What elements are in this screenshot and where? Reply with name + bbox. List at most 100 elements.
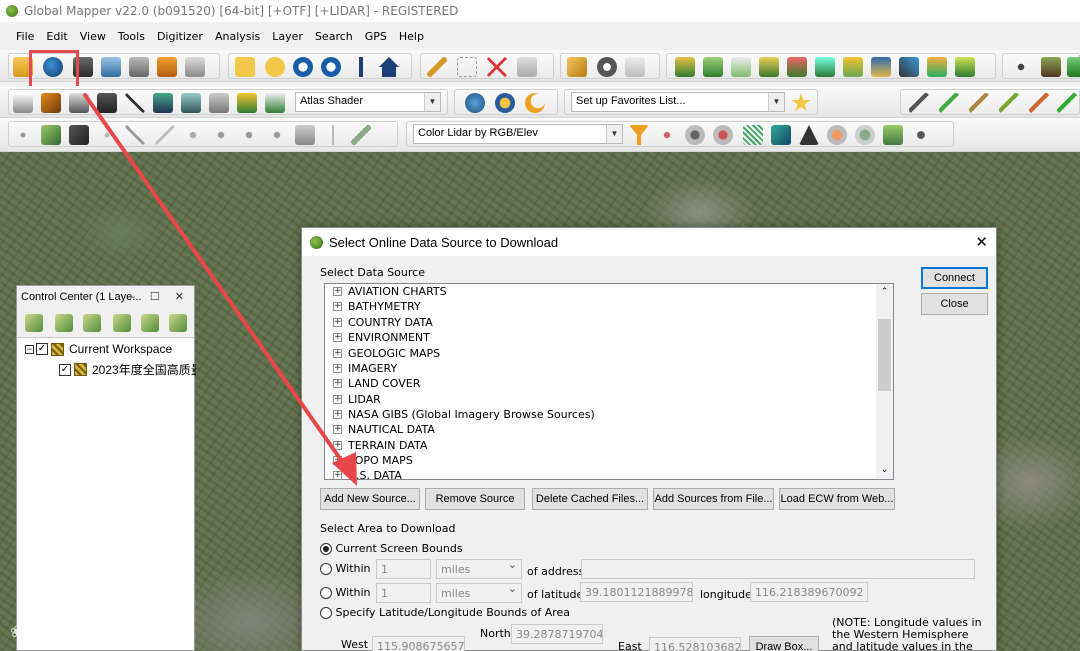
latlon-bounds-radio[interactable]: Specify Latitude/Longitude Bounds of Are…: [320, 606, 570, 619]
menu-layer[interactable]: Layer: [266, 30, 309, 43]
load-ecw-button[interactable]: Load ECW from Web...: [779, 488, 895, 510]
expand-icon[interactable]: +: [333, 302, 342, 311]
lidar-node-3-icon[interactable]: [239, 125, 259, 145]
remove-source-button[interactable]: Remove Source: [425, 488, 525, 510]
layer-options-icon[interactable]: [113, 314, 131, 332]
menu-digitizer[interactable]: Digitizer: [151, 30, 209, 43]
lidar-draw-5-icon[interactable]: [1029, 93, 1049, 113]
radio[interactable]: [320, 563, 332, 575]
expand-icon[interactable]: +: [333, 456, 342, 465]
radio-selected[interactable]: [320, 543, 332, 555]
radio[interactable]: [320, 587, 332, 599]
current-screen-radio[interactable]: Current Screen Bounds: [320, 542, 463, 555]
list-item[interactable]: + IMAGERY: [333, 361, 397, 376]
west-input[interactable]: 115.908675657489: [372, 636, 465, 651]
rectangle-select-icon[interactable]: [457, 57, 477, 77]
lidar-draw-icon[interactable]: [909, 93, 929, 113]
lidar-draw-3-icon[interactable]: [969, 93, 989, 113]
terrain-icon[interactable]: [675, 57, 695, 77]
globe-icon[interactable]: [465, 93, 485, 113]
expand-icon[interactable]: +: [333, 471, 342, 479]
shader-select[interactable]: Atlas Shader ▼: [295, 92, 441, 112]
menu-view[interactable]: View: [74, 30, 112, 43]
layer-close-icon[interactable]: [83, 314, 101, 332]
shader-mountain-icon[interactable]: [237, 93, 257, 113]
lidar-node-2-icon[interactable]: [211, 125, 231, 145]
close-button[interactable]: Close: [921, 293, 988, 315]
expand-icon[interactable]: +: [333, 410, 342, 419]
elevation-legend-2-icon[interactable]: [181, 93, 201, 113]
move-icon[interactable]: [13, 125, 33, 145]
lidar-grid-icon[interactable]: [743, 125, 763, 145]
path-profile-icon[interactable]: [815, 57, 835, 77]
lidar-filter-icon[interactable]: [295, 125, 315, 145]
within-distance-input-1[interactable]: 1: [376, 559, 431, 579]
list-item[interactable]: + BATHYMETRY: [333, 299, 421, 314]
expand-icon[interactable]: +: [333, 364, 342, 373]
percent-slope-icon[interactable]: [125, 93, 145, 113]
list-item[interactable]: + LIDAR: [333, 392, 381, 407]
data-source-list[interactable]: + AVIATION CHARTS + BATHYMETRY + COUNTRY DA…: [324, 283, 894, 480]
expand-icon[interactable]: +: [333, 441, 342, 450]
lidar-node-icon[interactable]: [183, 125, 203, 145]
units-select-2[interactable]: miles: [436, 583, 522, 603]
raster-calc-icon[interactable]: [927, 57, 947, 77]
points-icon[interactable]: [1011, 57, 1031, 77]
menu-file[interactable]: File: [10, 30, 40, 43]
list-item[interactable]: + AVIATION CHARTS: [333, 284, 447, 299]
panel-window-buttons[interactable]: – ☐ ✕: [129, 290, 190, 303]
zoom-in-icon[interactable]: [293, 57, 313, 77]
expand-icon[interactable]: +: [333, 333, 342, 342]
list-item[interactable]: + U.S. DATA: [333, 468, 402, 479]
tree-item-workspace[interactable]: − ✓ Current Workspace: [25, 342, 172, 356]
scroll-up-icon[interactable]: ⌃: [876, 284, 893, 301]
add-sources-from-file-button[interactable]: Add Sources from File...: [653, 488, 774, 510]
select-tool-icon[interactable]: [235, 57, 255, 77]
filter-icon[interactable]: [629, 125, 649, 145]
volume-icon[interactable]: [731, 57, 751, 77]
list-item[interactable]: + TERRAIN DATA: [333, 438, 427, 453]
delete-cached-files-button[interactable]: Delete Cached Files...: [532, 488, 648, 510]
latitude-input[interactable]: 39.1801121889978: [580, 582, 693, 602]
menu-search[interactable]: Search: [309, 30, 359, 43]
tree-icon[interactable]: [1067, 57, 1080, 77]
waterline-icon[interactable]: [209, 93, 229, 113]
expand-icon[interactable]: +: [333, 395, 342, 404]
list-item[interactable]: + GEOLOGIC MAPS: [333, 346, 440, 361]
list-item[interactable]: + TOPO MAPS: [333, 453, 413, 468]
layer-visibility-icon[interactable]: [169, 314, 187, 332]
expand-icon[interactable]: +: [333, 349, 342, 358]
layer-zoom-icon[interactable]: [141, 314, 159, 332]
menu-edit[interactable]: Edit: [40, 30, 73, 43]
shader-mountain-2-icon[interactable]: [265, 93, 285, 113]
tree-item-layer[interactable]: ✓ 2023年度全国高质量: [59, 361, 196, 378]
pencil-icon[interactable]: [427, 57, 447, 77]
lidar-points-icon[interactable]: [827, 125, 847, 145]
watershed-icon[interactable]: [759, 57, 779, 77]
lidar-draw-2-icon[interactable]: [939, 93, 959, 113]
lidar-tree-icon[interactable]: [883, 125, 903, 145]
list-item[interactable]: + NAUTICAL DATA: [333, 422, 435, 437]
menu-tools[interactable]: Tools: [112, 30, 151, 43]
expand-icon[interactable]: +: [333, 287, 342, 296]
lidar-select-icon[interactable]: [41, 125, 61, 145]
cursor-3d-icon[interactable]: [69, 93, 89, 113]
lidar-search-icon[interactable]: [685, 125, 705, 145]
zoom-out-icon[interactable]: [321, 57, 341, 77]
moon-icon[interactable]: [525, 93, 545, 113]
list-item[interactable]: + NASA GIBS (Global Imagery Browse Source…: [333, 407, 595, 422]
collapse-icon[interactable]: −: [25, 344, 34, 354]
elevation-legend-icon[interactable]: [153, 93, 173, 113]
overview-icon[interactable]: [185, 57, 205, 77]
lidar-cut-icon[interactable]: [125, 125, 145, 145]
lidar-node-4-icon[interactable]: [267, 125, 287, 145]
address-input[interactable]: [581, 559, 975, 579]
view-shed-icon[interactable]: [787, 57, 807, 77]
workspace-checkbox[interactable]: ✓: [36, 343, 48, 355]
contour-icon[interactable]: [703, 57, 723, 77]
find-feature-icon[interactable]: [625, 57, 645, 77]
favorite-star-icon[interactable]: [791, 93, 811, 112]
within-distance-input-2[interactable]: 1: [376, 583, 431, 603]
lidar-points-2-icon[interactable]: [855, 125, 875, 145]
menu-analysis[interactable]: Analysis: [209, 30, 266, 43]
